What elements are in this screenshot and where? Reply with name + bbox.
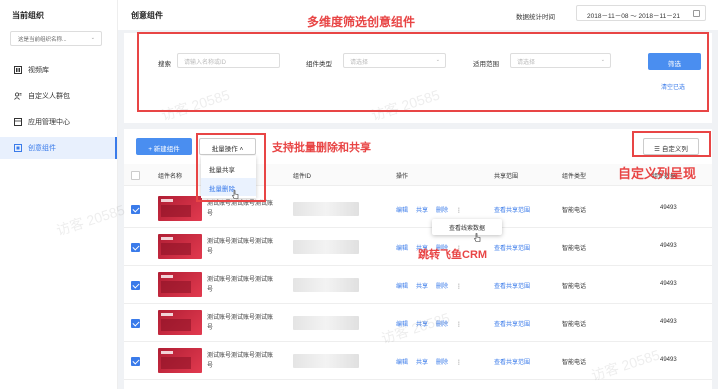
more-icon[interactable]: ⋮ bbox=[456, 360, 462, 366]
edit-link[interactable]: 编辑 bbox=[396, 208, 408, 214]
component-data: 49493 bbox=[660, 243, 677, 249]
sidebar-item-video-library[interactable]: 视频库 bbox=[0, 59, 117, 81]
component-type: 智能电话 bbox=[562, 246, 587, 252]
annotation-box-columns bbox=[632, 131, 711, 157]
org-select[interactable]: 这是当前组织名称... ⌄ bbox=[10, 31, 102, 46]
edit-link[interactable]: 编辑 bbox=[396, 360, 408, 366]
delete-link[interactable]: 删除 bbox=[436, 208, 448, 214]
date-range-picker[interactable]: 2018－11－08 ～ 2018－11－21 bbox=[576, 5, 706, 21]
new-component-button[interactable]: + 新建组件 bbox=[136, 138, 192, 155]
component-thumbnail bbox=[158, 234, 202, 259]
component-data: 49493 bbox=[660, 357, 677, 363]
annotation-columns: 自定义列呈现 bbox=[618, 166, 697, 181]
sidebar-item-label: 创意组件 bbox=[28, 145, 56, 152]
component-name: 测试账号测试账号测试账号 bbox=[207, 277, 274, 293]
col-header-ops: 操作 bbox=[396, 174, 409, 180]
more-icon[interactable]: ⋮ bbox=[456, 208, 462, 214]
annotation-box-batch bbox=[196, 133, 266, 202]
org-title: 当前组织 bbox=[12, 11, 44, 20]
share-link[interactable]: 共享 bbox=[416, 284, 428, 290]
annotation-batch: 支持批量删除和共享 bbox=[272, 142, 371, 154]
creative-component-icon bbox=[14, 144, 22, 152]
hand-cursor-icon bbox=[474, 233, 481, 242]
component-name: 测试账号测试账号测试账号 bbox=[207, 201, 274, 217]
row-ops: 编辑 共享 删除 ⋮ bbox=[396, 205, 470, 214]
sidebar-item-audience[interactable]: 自定义人群包 bbox=[0, 85, 117, 107]
view-scope-link[interactable]: 查看共享范围 bbox=[494, 243, 530, 252]
component-type: 智能电话 bbox=[562, 208, 587, 214]
calendar-icon bbox=[693, 10, 700, 17]
row-ops: 编辑 共享 删除 ⋮ bbox=[396, 357, 470, 366]
sidebar-item-creative-component[interactable]: 创意组件 bbox=[0, 137, 117, 159]
row-checkbox[interactable] bbox=[131, 243, 140, 252]
view-leads-popover[interactable]: 查看线索数据 bbox=[432, 219, 502, 235]
date-range-value: 2018－11－08 ～ 2018－11－21 bbox=[587, 13, 680, 20]
more-icon[interactable]: ⋮ bbox=[456, 284, 462, 290]
share-link[interactable]: 共享 bbox=[416, 360, 428, 366]
annotation-box-filters bbox=[137, 32, 709, 112]
col-header-id: 组件ID bbox=[293, 174, 312, 180]
component-id bbox=[293, 278, 359, 292]
col-header-type: 组件类型 bbox=[562, 174, 587, 180]
view-scope-link[interactable]: 查看共享范围 bbox=[494, 205, 530, 214]
share-link[interactable]: 共享 bbox=[416, 208, 428, 214]
audience-icon bbox=[14, 92, 22, 100]
component-name: 测试账号测试账号测试账号 bbox=[207, 315, 274, 331]
component-thumbnail bbox=[158, 272, 202, 297]
delete-link[interactable]: 删除 bbox=[436, 360, 448, 366]
row-ops: 编辑 共享 删除 ⋮ bbox=[396, 281, 470, 290]
annotation-filters: 多维度筛选创意组件 bbox=[307, 15, 416, 29]
video-library-icon bbox=[14, 66, 22, 74]
edit-link[interactable]: 编辑 bbox=[396, 246, 408, 252]
component-thumbnail bbox=[158, 348, 202, 373]
sidebar-item-label: 视频库 bbox=[28, 67, 49, 74]
row-checkbox[interactable] bbox=[131, 319, 140, 328]
component-type: 智能电话 bbox=[562, 322, 587, 328]
col-header-scope: 共享范围 bbox=[494, 174, 519, 180]
component-data: 49493 bbox=[660, 319, 677, 325]
sidebar-item-label: 自定义人群包 bbox=[28, 93, 70, 100]
component-thumbnail bbox=[158, 310, 202, 335]
annotation-crm: 跳转飞鱼CRM bbox=[418, 249, 488, 261]
delete-link[interactable]: 删除 bbox=[436, 284, 448, 290]
sidebar-item-app-center[interactable]: 应用管理中心 bbox=[0, 111, 117, 133]
sidebar-item-label: 应用管理中心 bbox=[28, 119, 70, 126]
component-id bbox=[293, 202, 359, 216]
component-id bbox=[293, 240, 359, 254]
component-data: 49493 bbox=[660, 281, 677, 287]
component-id bbox=[293, 316, 359, 330]
row-checkbox[interactable] bbox=[131, 205, 140, 214]
row-checkbox[interactable] bbox=[131, 357, 140, 366]
view-scope-link[interactable]: 查看共享范围 bbox=[494, 319, 530, 328]
chevron-down-icon: ⌄ bbox=[90, 35, 95, 41]
row-checkbox[interactable] bbox=[131, 281, 140, 290]
page-title: 创意组件 bbox=[131, 11, 163, 20]
component-id bbox=[293, 354, 359, 368]
view-scope-link[interactable]: 查看共享范围 bbox=[494, 357, 530, 366]
date-label: 数据统计时间 bbox=[516, 14, 555, 21]
component-type: 智能电话 bbox=[562, 284, 587, 290]
app-center-icon bbox=[14, 118, 22, 126]
select-all-checkbox[interactable] bbox=[131, 171, 140, 180]
component-type: 智能电话 bbox=[562, 360, 587, 366]
component-name: 测试账号测试账号测试账号 bbox=[207, 239, 274, 255]
component-name: 测试账号测试账号测试账号 bbox=[207, 353, 274, 369]
component-data: 49493 bbox=[660, 205, 677, 211]
edit-link[interactable]: 编辑 bbox=[396, 284, 408, 290]
view-scope-link[interactable]: 查看共享范围 bbox=[494, 281, 530, 290]
org-select-value: 这是当前组织名称... bbox=[18, 37, 67, 43]
col-header-name: 组件名称 bbox=[158, 174, 183, 180]
more-icon[interactable]: ⋮ bbox=[456, 322, 462, 328]
